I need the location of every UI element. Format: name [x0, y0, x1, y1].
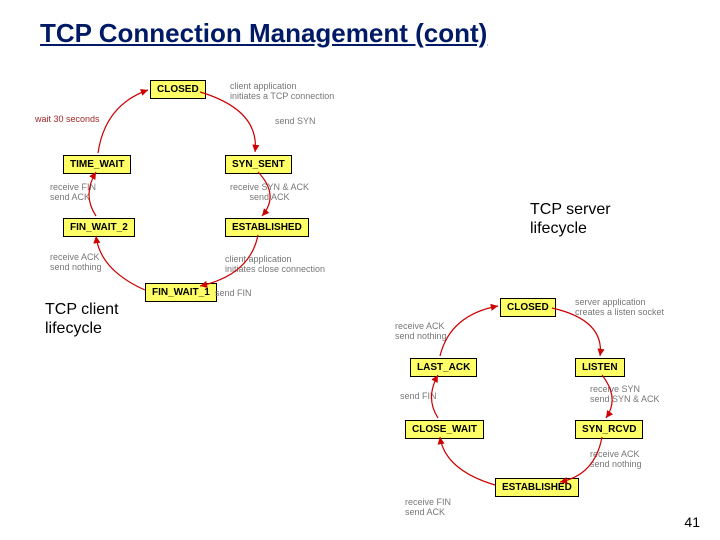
client-note-send-fin: send FIN [215, 289, 252, 299]
server-state-close-wait: CLOSE_WAIT [405, 420, 484, 439]
server-state-listen: LISTEN [575, 358, 625, 377]
server-note-recv-ack2: receive ACKsend nothing [395, 322, 447, 342]
client-note-wait30: wait 30 seconds [35, 115, 100, 125]
client-note-send-syn: send SYN [275, 117, 316, 127]
server-note-recv-syn: receive SYNsend SYN & ACK [590, 385, 660, 405]
client-state-closed: CLOSED [150, 80, 206, 99]
client-state-time-wait: TIME_WAIT [63, 155, 131, 174]
page-number: 41 [684, 514, 700, 530]
client-state-established: ESTABLISHED [225, 218, 309, 237]
server-note-send-fin: send FIN [400, 392, 437, 402]
client-state-syn-sent: SYN_SENT [225, 155, 292, 174]
caption-client: TCP clientlifecycle [45, 300, 119, 338]
client-note-recv-ack: receive ACKsend nothing [50, 253, 102, 273]
caption-server: TCP serverlifecycle [530, 200, 611, 238]
server-state-last-ack: LAST_ACK [410, 358, 477, 377]
client-note-init: client applicationinitiates a TCP connec… [230, 82, 334, 102]
server-note-recv-fin: receive FINsend ACK [405, 498, 451, 518]
server-state-closed: CLOSED [500, 298, 556, 317]
client-note-close: client applicationinitiates close connec… [225, 255, 325, 275]
server-state-syn-rcvd: SYN_RCVD [575, 420, 643, 439]
client-note-recv-fin: receive FINsend ACK [50, 183, 96, 203]
client-state-fin-wait-1: FIN_WAIT_1 [145, 283, 217, 302]
slide-title: TCP Connection Management (cont) [40, 18, 487, 49]
server-note-create-socket: server applicationcreates a listen socke… [575, 298, 664, 318]
client-state-fin-wait-2: FIN_WAIT_2 [63, 218, 135, 237]
server-note-recv-ack: receive ACKsend nothing [590, 450, 642, 470]
client-note-recv-synack: receive SYN & ACKsend ACK [230, 183, 309, 203]
server-state-established: ESTABLISHED [495, 478, 579, 497]
